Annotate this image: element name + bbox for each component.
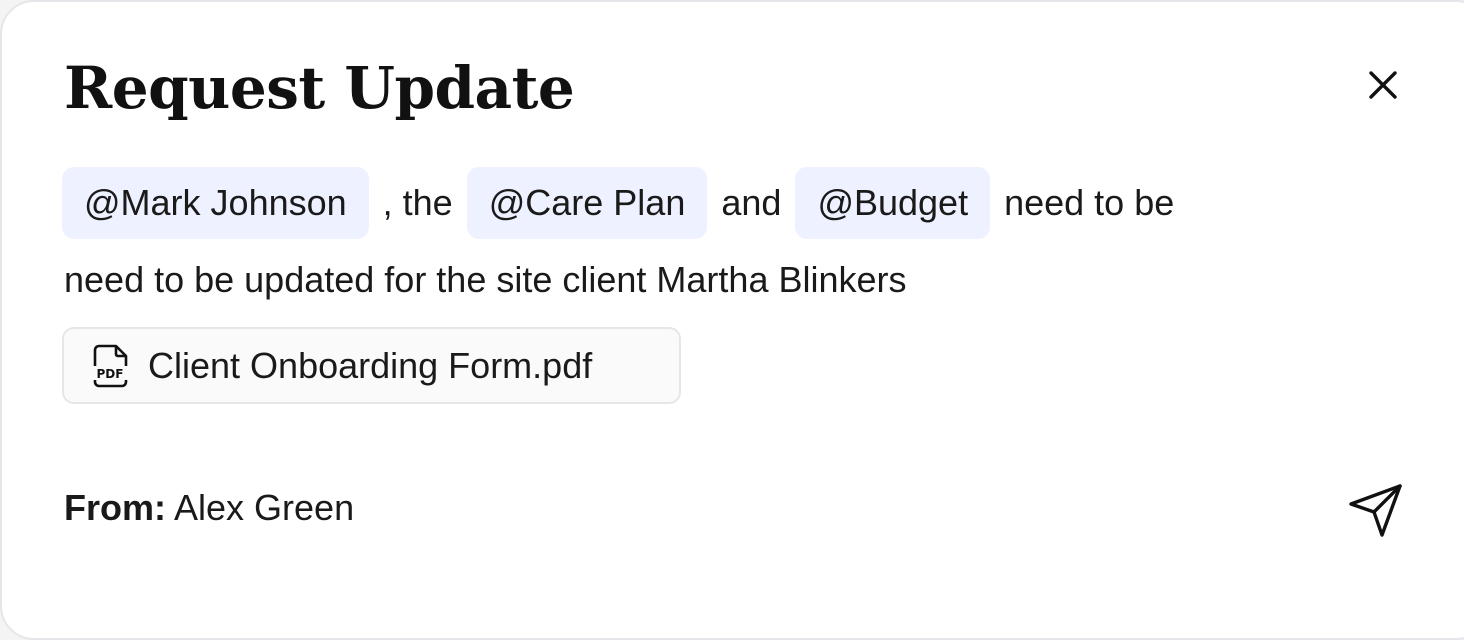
from-name: Alex Green <box>174 487 355 528</box>
message-line-2: need to be updated for the site client M… <box>64 259 907 300</box>
dialog-title: Request Update <box>64 54 575 122</box>
request-update-dialog: Request Update @Mark Johnson , the @Care… <box>0 0 1464 640</box>
send-button[interactable] <box>1346 480 1406 540</box>
message-line-1: @Mark Johnson , the @Care Plan and @Budg… <box>62 167 1188 239</box>
mention-budget[interactable]: @Budget <box>795 167 991 239</box>
pdf-file-icon: PDF <box>92 344 128 387</box>
message-text-the: , the <box>382 182 453 223</box>
attachment-filename: Client Onboarding Form.pdf <box>148 344 593 386</box>
message-text-and: and <box>721 182 782 223</box>
from-label: From: <box>64 487 166 528</box>
message-text-need-to-be: need to be <box>1004 182 1175 223</box>
close-button[interactable] <box>1362 64 1404 106</box>
from-line: From: Alex Green <box>64 486 354 530</box>
mention-care-plan[interactable]: @Care Plan <box>466 167 708 239</box>
send-icon <box>1349 484 1402 537</box>
attachment-chip[interactable]: PDF Client Onboarding Form.pdf <box>62 327 681 404</box>
mention-mark-johnson[interactable]: @Mark Johnson <box>62 167 369 239</box>
pdf-icon-text: PDF <box>97 367 124 381</box>
close-icon <box>1369 71 1397 99</box>
